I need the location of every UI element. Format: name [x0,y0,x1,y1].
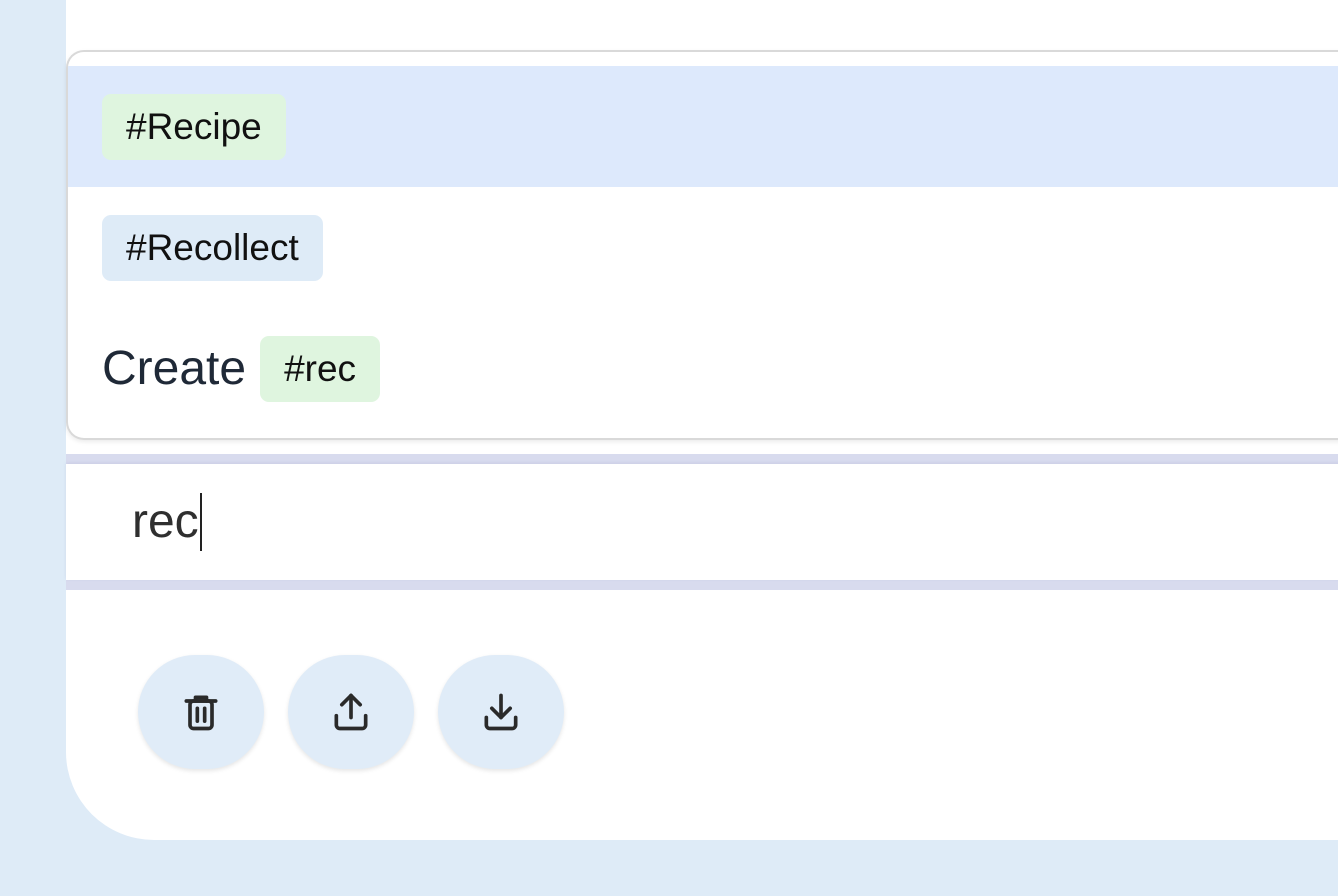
download-button[interactable] [438,655,564,769]
tag-input[interactable]: rec [66,464,1338,580]
create-label: Create [102,342,247,395]
trash-icon [184,695,218,731]
delete-button[interactable] [138,655,264,769]
tag-suggestion-dropdown: #Recipe #Recollect Create #rec [66,50,1338,440]
new-tag-chip: #rec [260,335,381,402]
tag-chip: #Recipe [102,93,286,160]
suggestion-item-recipe[interactable]: #Recipe [68,66,1338,187]
upload-icon [334,693,368,731]
share-button[interactable] [288,655,414,769]
suggestion-item-recollect[interactable]: #Recollect [68,187,1338,308]
tag-chip: #Recollect [102,214,323,281]
tag-input-value: rec [132,493,202,551]
create-tag-option[interactable]: Create #rec [68,308,1338,429]
download-icon [484,693,518,731]
tag-input-container: rec [66,454,1338,590]
